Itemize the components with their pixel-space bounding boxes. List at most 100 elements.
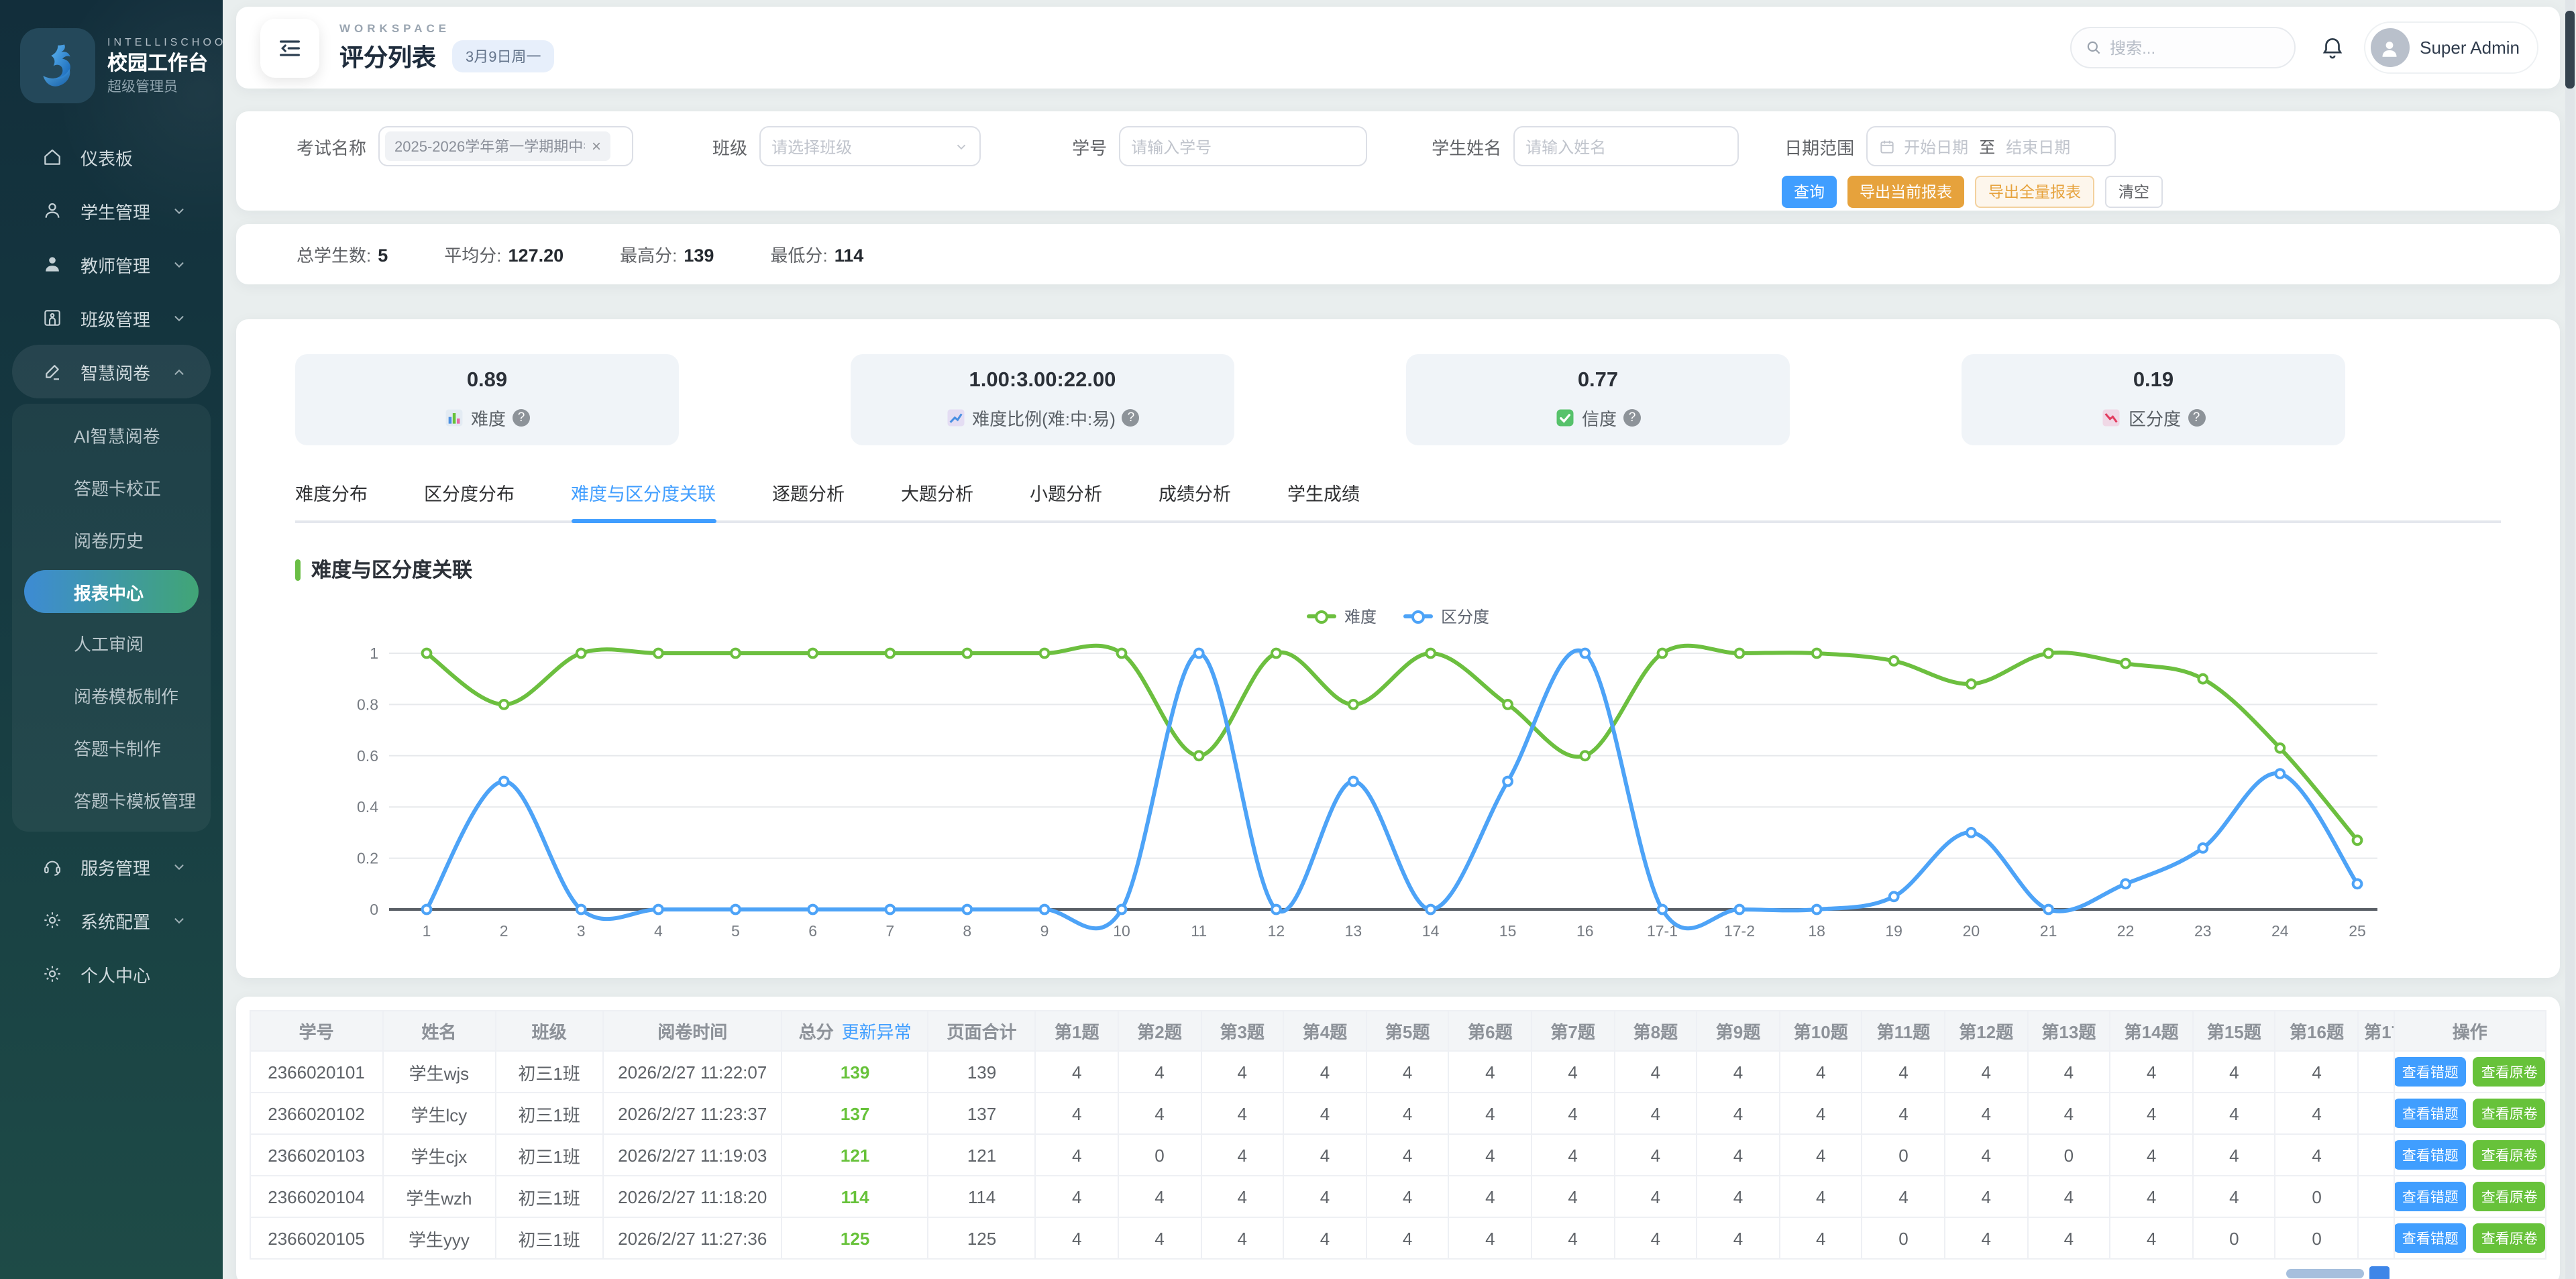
vertical-scrollbar-thumb[interactable] xyxy=(2565,11,2575,89)
tab-成绩分析[interactable]: 成绩分析 xyxy=(1159,479,1231,520)
help-icon[interactable]: ? xyxy=(1623,409,1641,427)
sidebar-item-智慧阅卷[interactable]: 智慧阅卷 xyxy=(12,345,211,398)
view-wrong-questions-button[interactable]: 查看错题 xyxy=(2394,1223,2467,1253)
metric-label: 区分度 xyxy=(2129,405,2181,431)
stat-item: 最低分:114 xyxy=(770,241,863,267)
date-range-input[interactable]: 开始日期 至 结束日期 xyxy=(1866,126,2116,166)
cell-question-16: 4 xyxy=(2275,1093,2358,1134)
stat-item: 最高分:139 xyxy=(620,241,714,267)
col-question-1: 第1题 xyxy=(1036,1011,1118,1051)
chevron-down-icon xyxy=(172,257,186,272)
sidebar-item-系统配置[interactable]: 系统配置 xyxy=(0,893,223,947)
help-icon[interactable]: ? xyxy=(513,409,530,427)
exam-name-input[interactable]: 2025-2026学年第一学期期中考试... × xyxy=(378,126,633,166)
sidebar-subitem-人工审阅[interactable]: 人工审阅 xyxy=(12,617,211,669)
student-id-input[interactable]: 请输入学号 xyxy=(1119,126,1367,166)
class-select[interactable]: 请选择班级 xyxy=(759,126,981,166)
col-question-13: 第13题 xyxy=(2027,1011,2110,1051)
sidebar-fold-button[interactable] xyxy=(260,18,319,77)
table-row: 2366020104学生wzh初三1班2026/2/27 11:18:20114… xyxy=(250,1176,2546,1217)
cell-question-14: 4 xyxy=(2110,1217,2193,1259)
tag-close-icon[interactable]: × xyxy=(592,137,601,156)
help-icon[interactable]: ? xyxy=(2188,409,2205,427)
student-name-input[interactable]: 请输入姓名 xyxy=(1513,126,1739,166)
tab-小题分析[interactable]: 小题分析 xyxy=(1030,479,1102,520)
cell-question-4: 4 xyxy=(1283,1176,1366,1217)
view-wrong-questions-button[interactable]: 查看错题 xyxy=(2394,1099,2467,1128)
legend-item-区分度[interactable]: 区分度 xyxy=(1403,605,1489,628)
horizontal-scrollbar-thumb[interactable] xyxy=(2286,1269,2364,1278)
sidebar-subitem-报表中心[interactable]: 报表中心 xyxy=(24,570,199,613)
header-titles: WORKSPACE 评分列表 3月9日周一 xyxy=(339,21,555,74)
section-title: 难度与区分度关联 xyxy=(295,555,2501,583)
sidebar-item-班级管理[interactable]: 班级管理 xyxy=(0,291,223,345)
tab-区分度分布[interactable]: 区分度分布 xyxy=(424,479,515,520)
tab-难度分布[interactable]: 难度分布 xyxy=(295,479,368,520)
sidebar: INTELLISCHOOL 校园工作台 超级管理员 仪表板学生管理教师管理班级管… xyxy=(0,0,223,1279)
svg-text:0.6: 0.6 xyxy=(357,747,378,765)
cell-question-7: 4 xyxy=(1532,1176,1614,1217)
header-right: 搜索... Super Admin xyxy=(2070,21,2538,74)
cell-question-12: 4 xyxy=(1945,1217,2027,1259)
view-wrong-questions-button[interactable]: 查看错题 xyxy=(2394,1057,2467,1087)
metric-label-row: 难度比例(难:中:易)? xyxy=(945,405,1140,431)
sidebar-subitem-答题卡校正[interactable]: 答题卡校正 xyxy=(12,461,211,514)
score-table: 学号姓名班级阅卷时间总分更新异常页面合计第1题第2题第3题第4题第5题第6题第7… xyxy=(250,1010,2546,1260)
cell-name: 学生wzh xyxy=(382,1176,495,1217)
horizontal-scrollbar-button[interactable] xyxy=(2369,1266,2390,1279)
table-row: 2366020101学生wjs初三1班2026/2/27 11:22:07139… xyxy=(250,1051,2546,1093)
clear-button[interactable]: 清空 xyxy=(2105,176,2163,208)
user-menu[interactable]: Super Admin xyxy=(2363,21,2538,74)
sidebar-subitem-答题卡模板管理[interactable]: 答题卡模板管理 xyxy=(12,774,211,826)
cell-actions: 查看错题查看原卷 xyxy=(2394,1093,2546,1134)
cell-question-11: 4 xyxy=(1862,1093,1945,1134)
sidebar-subitem-答题卡制作[interactable]: 答题卡制作 xyxy=(12,722,211,774)
svg-text:16: 16 xyxy=(1576,922,1594,940)
tab-难度与区分度关联[interactable]: 难度与区分度关联 xyxy=(571,479,716,520)
view-original-paper-button[interactable]: 查看原卷 xyxy=(2473,1140,2546,1170)
brand-role: 超级管理员 xyxy=(107,79,223,95)
notification-bell-icon[interactable] xyxy=(2319,35,2345,60)
vertical-scrollbar-track[interactable] xyxy=(2565,0,2575,1279)
sidebar-subitem-阅卷模板制作[interactable]: 阅卷模板制作 xyxy=(12,669,211,722)
col-question-9: 第9题 xyxy=(1697,1011,1779,1051)
sidebar-subitem-AI智慧阅卷[interactable]: AI智慧阅卷 xyxy=(12,409,211,461)
sidebar-item-仪表板[interactable]: 仪表板 xyxy=(0,130,223,184)
export-current-button[interactable]: 导出当前报表 xyxy=(1847,176,1964,208)
cell-grading-time: 2026/2/27 11:23:37 xyxy=(603,1093,782,1134)
tab-逐题分析[interactable]: 逐题分析 xyxy=(772,479,845,520)
date-range-label: 日期范围 xyxy=(1784,133,1854,159)
sidebar-item-学生管理[interactable]: 学生管理 xyxy=(0,184,223,237)
search-input[interactable]: 搜索... xyxy=(2070,27,2295,68)
sidebar-submenu: AI智慧阅卷答题卡校正阅卷历史报表中心人工审阅阅卷模板制作答题卡制作答题卡模板管… xyxy=(12,404,211,832)
legend-item-难度[interactable]: 难度 xyxy=(1307,605,1377,628)
exam-name-label: 考试名称 xyxy=(297,133,366,159)
stat-item: 总学生数:5 xyxy=(297,241,388,267)
view-original-paper-button[interactable]: 查看原卷 xyxy=(2473,1099,2546,1128)
cell-class: 初三1班 xyxy=(496,1176,603,1217)
metric-label: 难度 xyxy=(471,405,506,431)
cell-question-partial xyxy=(2358,1051,2394,1093)
view-original-paper-button[interactable]: 查看原卷 xyxy=(2473,1182,2546,1211)
export-all-button[interactable]: 导出全量报表 xyxy=(1975,176,2094,208)
svg-text:1: 1 xyxy=(423,922,431,940)
query-button[interactable]: 查询 xyxy=(1782,176,1837,208)
section-title-text: 难度与区分度关联 xyxy=(311,555,472,583)
sidebar-item-服务管理[interactable]: 服务管理 xyxy=(0,840,223,893)
sidebar-item-教师管理[interactable]: 教师管理 xyxy=(0,237,223,291)
sidebar-subitem-阅卷历史[interactable]: 阅卷历史 xyxy=(12,514,211,566)
view-original-paper-button[interactable]: 查看原卷 xyxy=(2473,1057,2546,1087)
cell-question-15: 4 xyxy=(2193,1093,2275,1134)
update-anomaly-link[interactable]: 更新异常 xyxy=(842,1022,912,1042)
help-icon[interactable]: ? xyxy=(1122,409,1140,427)
classroom-icon xyxy=(42,307,63,329)
tab-大题分析[interactable]: 大题分析 xyxy=(901,479,973,520)
tab-学生成绩[interactable]: 学生成绩 xyxy=(1287,479,1360,520)
view-wrong-questions-button[interactable]: 查看错题 xyxy=(2394,1140,2467,1170)
cell-question-12: 4 xyxy=(1945,1176,2027,1217)
sidebar-item-个人中心[interactable]: 个人中心 xyxy=(0,947,223,1001)
view-wrong-questions-button[interactable]: 查看错题 xyxy=(2394,1182,2467,1211)
cell-question-11: 4 xyxy=(1862,1051,1945,1093)
view-original-paper-button[interactable]: 查看原卷 xyxy=(2473,1223,2546,1253)
cell-question-10: 4 xyxy=(1780,1051,1862,1093)
